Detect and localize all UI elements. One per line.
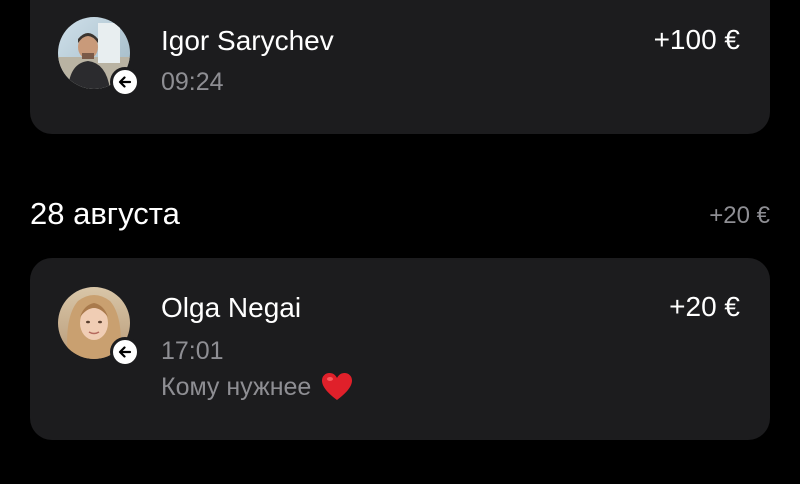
transaction-card-olga[interactable]: Olga Negai 17:01 Кому нужнее +20 € [30,258,770,440]
comment-text: Кому нужнее [161,372,312,401]
arrow-left-icon [118,76,132,88]
heart-icon [322,373,353,400]
counterparty-name: Igor Sarychev [161,25,334,56]
transaction-comment: Кому нужнее [161,372,353,402]
section-date: 28 августа [30,196,180,231]
incoming-badge [110,337,140,367]
incoming-badge [110,67,140,97]
transaction-amount: +100 € [653,24,740,55]
transaction-card-igor[interactable]: Igor Sarychev 09:24 +100 € [30,0,770,134]
counterparty-name: Olga Negai [161,292,302,323]
section-total: +20 € [709,202,770,229]
avatar-igor [58,17,140,97]
arrow-left-icon [118,346,132,358]
transaction-amount: +20 € [669,291,740,322]
transaction-time: 09:24 [161,68,224,96]
transaction-time: 17:01 [161,337,224,365]
date-section-header: 28 августа +20 € [30,196,770,236]
avatar-olga [58,287,140,367]
